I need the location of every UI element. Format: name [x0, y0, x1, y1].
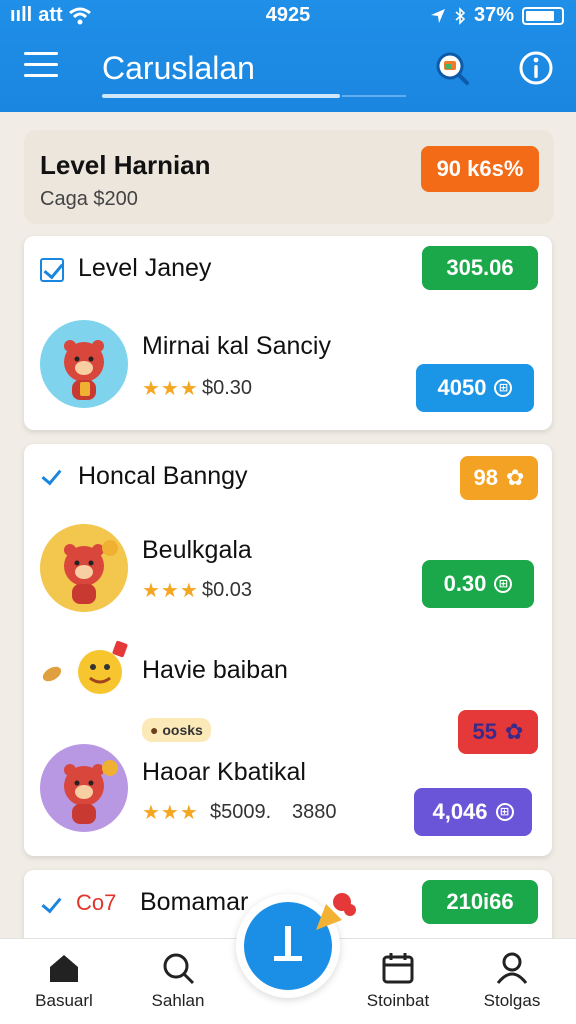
- buy-button-label: 4,046: [432, 799, 488, 824]
- item-name: Mirnai kal Sanciy: [142, 332, 331, 360]
- bear-icon: [64, 540, 118, 604]
- nav-label: Sahlan: [151, 991, 205, 1010]
- buy-button[interactable]: 4,046 ⊞: [414, 788, 532, 836]
- item-price: $5009.: [210, 801, 272, 823]
- menu-bar: [24, 74, 58, 77]
- title-underline: [102, 94, 340, 98]
- section-prefix: Co7: [76, 890, 117, 915]
- section-title: Level Janey: [78, 254, 212, 282]
- avatar: [40, 524, 128, 612]
- badge-flower-icon: ✿: [506, 465, 525, 490]
- menu-button[interactable]: [24, 52, 58, 82]
- item-tag: ● oosks: [142, 718, 211, 742]
- section-badge[interactable]: 98 ✿: [460, 456, 538, 500]
- section-title: Honcal Banngy: [78, 462, 248, 490]
- menu-bar: [24, 52, 58, 55]
- bear-icon: [64, 760, 118, 824]
- tag-dot-icon: ●: [150, 722, 159, 738]
- checkbox[interactable]: [40, 894, 64, 918]
- summary-title: Level Harnian: [40, 150, 211, 180]
- rating-stars: ★★★: [142, 802, 199, 824]
- emoji-icon: [42, 640, 128, 694]
- add-button[interactable]: [236, 893, 356, 998]
- summary-badge-label: 90 k6s%: [436, 156, 524, 181]
- nav-item-profile[interactable]: Stolgas: [462, 951, 562, 1011]
- item-extra: 3880: [292, 801, 337, 823]
- flower-icon: ✿: [505, 719, 524, 744]
- battery-icon: [522, 6, 564, 25]
- section-card: Level Janey 305.06 Mirnai kal Sanciy ★★★…: [24, 236, 552, 430]
- search-icon[interactable]: [434, 50, 470, 86]
- rating-stars: ★★★: [142, 580, 199, 602]
- buy-button-label: 4050: [437, 375, 487, 400]
- level-summary-card: Level Harnian Caga $200 90 k6s%: [24, 130, 554, 224]
- avatar: [40, 320, 128, 408]
- nav-item-home[interactable]: Basuarl: [14, 951, 114, 1011]
- summary-badge[interactable]: 90 k6s%: [421, 146, 539, 192]
- status-right: 37%: [430, 4, 564, 27]
- section-card: Honcal Banngy 98 ✿ Beulkgala ★★★ $0.03 0…: [24, 444, 552, 856]
- rating-stars: ★★★: [142, 378, 199, 400]
- search-icon: [163, 953, 195, 985]
- section-badge-label: 305.06: [446, 255, 514, 280]
- buy-button-label: 0.30: [443, 571, 487, 596]
- item-name: Haoar Kbatikal: [142, 758, 306, 786]
- nav-label: Stoinbat: [366, 991, 430, 1010]
- buy-button[interactable]: 0.30 ⊞: [422, 560, 534, 608]
- battery-percent: 37%: [473, 4, 514, 26]
- section-badge-label: 98: [473, 465, 499, 490]
- section-badge[interactable]: 305.06: [422, 246, 538, 290]
- info-icon[interactable]: [518, 50, 554, 86]
- checkbox[interactable]: [40, 258, 64, 282]
- summary-subtitle: Caga $200: [40, 188, 138, 210]
- avatar: [40, 744, 128, 832]
- coin-icon: ⊞: [494, 575, 513, 593]
- app-bar: ııll att 4925 37% Caruslalan: [0, 0, 576, 112]
- item-name: Beulkgala: [142, 536, 252, 564]
- tag-label: oosks: [162, 722, 203, 738]
- title-underline-secondary: [342, 95, 406, 97]
- nav-label: Stolgas: [483, 991, 541, 1010]
- status-bar: ııll att 4925 37%: [0, 0, 576, 32]
- page-title: Caruslalan: [102, 50, 255, 86]
- section-title: Bomamar: [140, 888, 249, 916]
- bear-icon: [64, 340, 104, 400]
- section-badge[interactable]: 210i66: [422, 880, 538, 924]
- profile-icon: [496, 952, 528, 984]
- checkbox[interactable]: [40, 466, 64, 490]
- nav-item-calendar[interactable]: Stoinbat: [348, 951, 448, 1011]
- nav-label: Basuarl: [35, 991, 93, 1010]
- item-badge[interactable]: 55 ✿: [458, 710, 538, 754]
- item-price: $0.03: [202, 579, 253, 601]
- nav-item-search[interactable]: Sahlan: [128, 951, 228, 1011]
- location-icon: [430, 8, 445, 23]
- section-badge-label: 210i66: [446, 889, 514, 914]
- menu-bar: [24, 63, 58, 66]
- party-popper-icon: [316, 893, 356, 930]
- home-icon: [50, 955, 78, 982]
- item-badge-label: 55: [472, 719, 498, 744]
- calendar-icon: [382, 953, 414, 984]
- item-price: $0.30: [202, 377, 253, 399]
- coin-icon: ⊞: [494, 379, 513, 397]
- coin-icon: ⊞: [495, 803, 514, 821]
- buy-button[interactable]: 4050 ⊞: [416, 364, 534, 412]
- bluetooth-icon: [455, 6, 466, 25]
- item-name: Havie baiban: [142, 656, 288, 684]
